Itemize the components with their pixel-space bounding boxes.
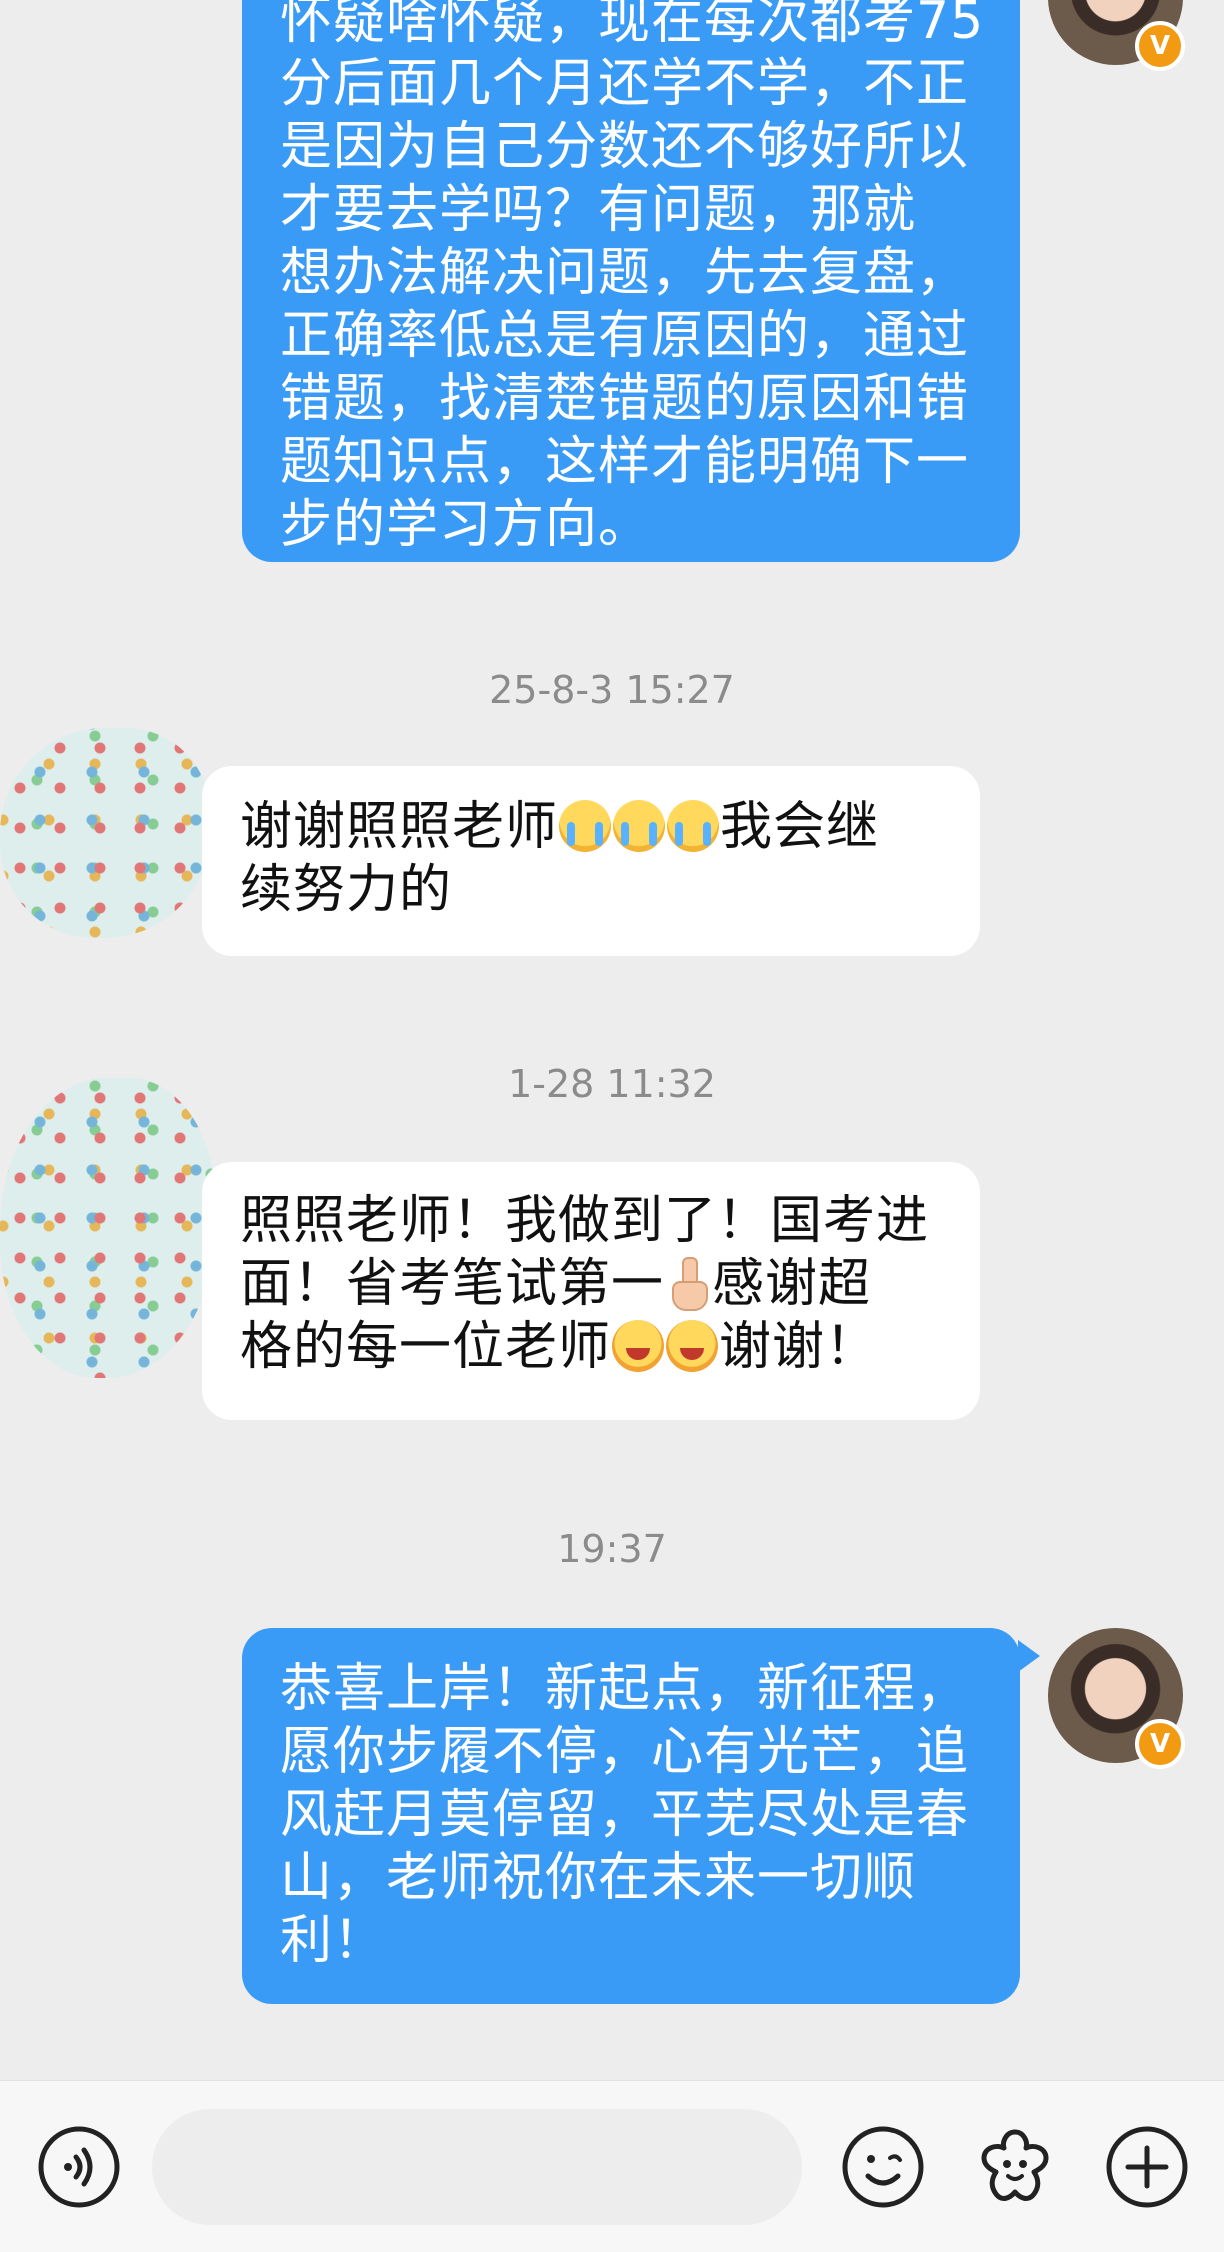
sticker-icon <box>981 2129 1049 2201</box>
outgoing-message-bubble[interactable]: 怀疑啥怀疑，现在每次都考75 分后面几个月还学不学，不正 是因为自己分数还不够好… <box>242 0 1020 562</box>
chat-area[interactable]: 怀疑啥怀疑，现在每次都考75 分后面几个月还学不学，不正 是因为自己分数还不够好… <box>0 0 1224 2080</box>
message-line: 续努力的 <box>240 860 453 920</box>
message-line: 想办法解决问题，先去复盘， <box>280 243 970 303</box>
teacher-avatar[interactable]: V <box>1048 0 1185 71</box>
incoming-message-bubble[interactable]: 谢谢照照老师 我会继 续努力的 <box>202 766 980 956</box>
verified-badge-icon: V <box>1135 21 1185 71</box>
message-line: 步的学习方向。 <box>280 495 652 555</box>
add-button[interactable] <box>1104 2124 1190 2210</box>
voice-button[interactable] <box>36 2124 122 2210</box>
loudly-crying-face-icon <box>613 800 666 852</box>
message-timestamp: 25-8-3 15:27 <box>489 668 735 712</box>
message-line: 格的每一位老师 谢谢！ <box>240 1317 879 1377</box>
message-line: 题知识点，这样才能明确下一 <box>280 432 970 492</box>
bubble-tail <box>1018 1640 1040 1672</box>
voice-icon <box>38 2126 120 2208</box>
message-line: 恭喜上岸！新起点，新征程， <box>280 1659 970 1719</box>
plus-icon <box>1106 2126 1188 2208</box>
message-line: 错题，找清楚错题的原因和错 <box>280 369 970 429</box>
message-line: 山，老师祝你在未来一切顺 <box>280 1848 917 1908</box>
teacher-avatar[interactable]: V <box>1048 1628 1185 1769</box>
loudly-crying-face-icon <box>667 800 720 852</box>
face-with-tears-of-joy-icon <box>666 1320 719 1372</box>
message-line: 才要去学吗？有问题，那就 <box>280 180 917 240</box>
loudly-crying-face-icon <box>559 800 612 852</box>
incoming-message-bubble[interactable]: 照照老师！我做到了！国考进 面！省考笔试第一 感谢超 格的每一位老师 谢谢！ <box>202 1162 980 1420</box>
message-timestamp: 1-28 11:32 <box>508 1062 716 1106</box>
face-with-tears-of-joy-icon <box>612 1320 665 1372</box>
message-line: 是因为自己分数还不够好所以 <box>280 117 970 177</box>
message-line: 分后面几个月还学不学，不正 <box>280 54 970 114</box>
emoji-button[interactable] <box>840 2124 926 2210</box>
message-input-bar <box>0 2080 1224 2252</box>
verified-badge-icon: V <box>1135 1719 1185 1769</box>
student-avatar[interactable] <box>0 1078 215 1378</box>
message-line: 正确率低总是有原因的，通过 <box>280 306 970 366</box>
message-line: 风赶月莫停留，平芜尽处是春 <box>280 1785 970 1845</box>
emoji-icon <box>842 2126 924 2208</box>
message-line: 利！ <box>280 1911 387 1971</box>
student-avatar[interactable] <box>0 728 210 938</box>
message-timestamp: 19:37 <box>557 1527 667 1571</box>
index-pointing-up-icon <box>668 1257 709 1311</box>
outgoing-message-bubble[interactable]: 恭喜上岸！新起点，新征程， 愿你步履不停，心有光芒，追 风赶月莫停留，平芜尽处是… <box>242 1628 1020 2004</box>
message-input[interactable] <box>152 2109 802 2225</box>
message-line: 谢谢照照老师 我会继 <box>240 797 880 857</box>
sticker-button[interactable] <box>972 2124 1058 2210</box>
message-line: 怀疑啥怀疑，现在每次都考75 <box>280 0 985 51</box>
message-line: 面！省考笔试第一 感谢超 <box>240 1254 872 1314</box>
message-line: 照照老师！我做到了！国考进 <box>240 1191 930 1251</box>
message-line: 愿你步履不停，心有光芒，追 <box>280 1722 970 1782</box>
